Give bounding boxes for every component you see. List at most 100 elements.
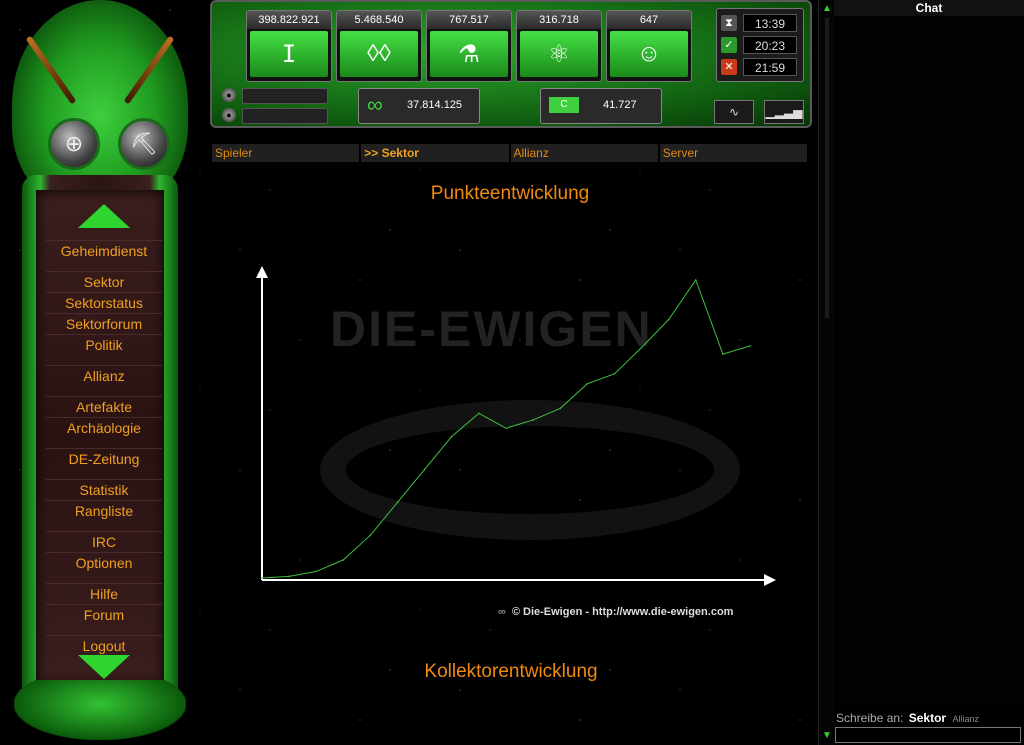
y-axis-arrow <box>256 266 268 278</box>
data-point <box>532 419 534 421</box>
data-point <box>640 346 643 349</box>
menu-scroll-down-button[interactable] <box>78 655 130 679</box>
chat-write-label: Schreibe an: <box>836 711 904 725</box>
stats-tabs: Spieler >> Sektor Allianz Server <box>212 144 809 162</box>
info-button-2[interactable]: ● <box>222 108 236 122</box>
menu-item-archaeologie[interactable]: Archäologie <box>46 417 162 438</box>
info-button-1[interactable]: ● <box>222 88 236 102</box>
collectors-chart-heading: Kollektorentwicklung <box>424 661 598 682</box>
signal-bars-button[interactable]: ▁▂▃▅ <box>764 100 804 124</box>
data-point <box>559 407 562 410</box>
data-point <box>261 577 263 579</box>
data-point <box>722 353 724 355</box>
data-point <box>315 570 318 573</box>
chat-scroll-up-button[interactable]: ▲ <box>820 2 834 16</box>
tab-sektor[interactable]: >> Sektor <box>361 144 511 162</box>
score-value: 37.814.125 <box>407 99 463 111</box>
menu-pillar-foot <box>14 680 186 740</box>
menu-scroll-up-button[interactable] <box>78 204 130 228</box>
data-point <box>396 501 399 504</box>
resource-population-value: 647 <box>607 11 691 29</box>
copyright-footer: ∞ © Die-Ewigen - http://www.die-ewigen.co… <box>498 606 733 618</box>
timer-hourglass-time: 13:39 <box>743 14 797 32</box>
timer-row-cross: ✕ 21:59 <box>721 58 799 76</box>
pulse-icon: ∿ <box>728 105 740 119</box>
data-point <box>586 382 589 385</box>
pickaxe-button[interactable]: ⛏ <box>118 118 170 170</box>
menu-item-sektor[interactable]: Sektor <box>46 271 162 292</box>
pickaxe-icon: ⛏ <box>130 131 158 156</box>
info-icon: ● <box>226 110 232 120</box>
points-chart-heading: Punkteentwicklung <box>430 183 590 204</box>
resource-crystal-value: 5.468.540 <box>337 11 421 29</box>
menu-item-hilfe[interactable]: Hilfe <box>46 583 162 604</box>
menu-item-optionen[interactable]: Optionen <box>46 552 162 573</box>
menu-item-de-zeitung[interactable]: DE-Zeitung <box>46 448 162 469</box>
menu-item-geheimdienst[interactable]: Geheimdienst <box>46 240 162 261</box>
menu-item-irc[interactable]: IRC <box>46 531 162 552</box>
chat-target-allianz[interactable]: Allianz <box>952 714 979 724</box>
check-icon: ✓ <box>721 37 737 53</box>
menu-item-artefakte[interactable]: Artefakte <box>46 396 162 417</box>
data-point <box>478 412 480 415</box>
timer-cross-time: 21:59 <box>743 58 797 76</box>
resource-crystal[interactable]: 5.468.540 ◊◊ <box>336 10 422 82</box>
data-point <box>450 435 453 438</box>
pulse-graph-button[interactable]: ∿ <box>714 100 754 124</box>
menu-item-politik[interactable]: Politik <box>46 334 162 355</box>
x-axis-arrow <box>764 574 776 586</box>
resource-atom[interactable]: 316.718 ⚛ <box>516 10 602 82</box>
timer-check-time: 20:23 <box>743 36 797 54</box>
tab-allianz[interactable]: Allianz <box>510 144 660 162</box>
menu-item-allianz[interactable]: Allianz <box>46 365 162 386</box>
data-point <box>369 534 372 536</box>
cross-icon: ✕ <box>721 59 737 75</box>
series-line <box>261 278 751 579</box>
globe-icon: ⊕ <box>64 131 84 156</box>
menu-item-logout[interactable]: Logout <box>46 635 162 656</box>
data-point <box>694 279 697 281</box>
data-point <box>505 427 507 429</box>
population-icon: ☺ <box>610 31 688 77</box>
crystal-icon: ◊◊ <box>340 31 418 77</box>
globe-button[interactable]: ⊕ <box>48 118 100 170</box>
info-icon: ● <box>226 90 232 100</box>
atom-icon: ⚛ <box>520 31 598 77</box>
status-slot-2 <box>242 108 328 124</box>
data-point <box>613 373 616 375</box>
resource-chemicals-value: 767.517 <box>427 11 511 29</box>
data-point <box>423 468 426 471</box>
data-point <box>288 575 290 578</box>
tab-server[interactable]: Server <box>659 144 809 162</box>
copyright-text: © Die-Ewigen - http://www.die-ewigen.com <box>511 606 734 618</box>
tab-spieler[interactable]: Spieler <box>212 144 362 162</box>
timer-row-check: ✓ 20:23 <box>721 36 799 54</box>
infinity-icon: ∞ <box>367 92 383 117</box>
resource-metal[interactable]: 398.822.921 ⵊ <box>246 10 332 82</box>
collectors-display: C 41.727 <box>540 88 662 124</box>
menu-item-rangliste[interactable]: Rangliste <box>46 500 162 521</box>
menu-item-forum[interactable]: Forum <box>46 604 162 625</box>
resource-population[interactable]: 647 ☺ <box>606 10 692 82</box>
status-slot-1 <box>242 88 328 104</box>
metal-icon: ⵊ <box>250 31 328 77</box>
chat-title: Chat <box>834 0 1024 16</box>
data-point <box>749 345 751 347</box>
chat-scroll-down-button[interactable]: ▼ <box>820 729 834 743</box>
signal-bars-icon: ▁▂▃▅ <box>765 105 803 119</box>
resource-atom-value: 316.718 <box>517 11 601 29</box>
resource-chemicals[interactable]: 767.517 ⚗ <box>426 10 512 82</box>
chat-scroll-thumb[interactable] <box>825 18 829 318</box>
data-point <box>667 318 670 321</box>
collectors-icon: C <box>549 97 579 113</box>
chat-input[interactable] <box>835 727 1021 743</box>
menu-item-sektorforum[interactable]: Sektorforum <box>46 313 162 334</box>
score-display: ∞ 37.814.125 <box>358 88 480 124</box>
chat-target-sektor[interactable]: Sektor <box>909 711 946 725</box>
resource-metal-value: 398.822.921 <box>247 11 331 29</box>
timer-panel: ⧗ 13:39 ✓ 20:23 ✕ 21:59 <box>716 8 804 82</box>
menu-item-sektorstatus[interactable]: Sektorstatus <box>46 292 162 313</box>
collectors-value: 41.727 <box>603 99 637 111</box>
chemicals-icon: ⚗ <box>430 31 508 77</box>
menu-item-statistik[interactable]: Statistik <box>46 479 162 500</box>
